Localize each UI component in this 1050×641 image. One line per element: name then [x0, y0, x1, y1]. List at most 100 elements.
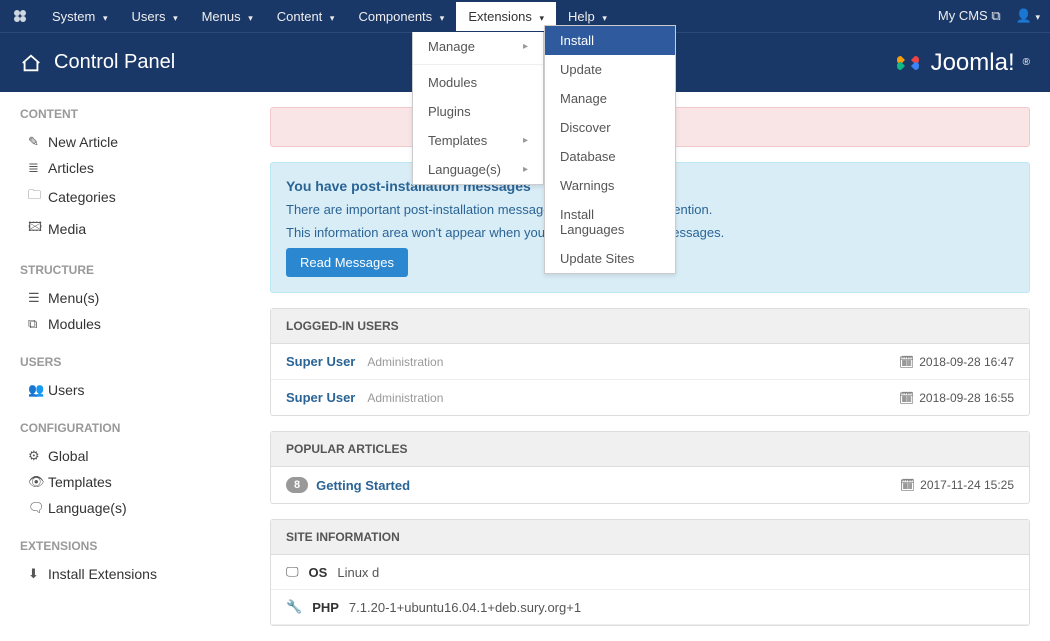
sidebar-section-content: CONTENT	[20, 107, 250, 121]
sidebar-media[interactable]: 🖾Media	[20, 213, 250, 245]
top-menu: System ▾Users ▾Menus ▾Content ▾Component…	[40, 2, 938, 31]
site-name-link[interactable]: My CMS ⧉	[938, 8, 1001, 24]
sidebar-global[interactable]: ⚙Global	[20, 443, 250, 469]
joomla-brand-text: Joomla!	[931, 49, 1015, 77]
article-date: 🗓2017-11-24 15:25	[900, 478, 1014, 492]
calendar-icon: 🗓	[899, 355, 914, 369]
sidebar-languages[interactable]: 🗨Language(s)	[20, 495, 250, 521]
ext-sub-installlanguages[interactable]: Install Languages	[545, 200, 675, 244]
ext-sub-database[interactable]: Database	[545, 142, 675, 171]
caret-down-icon: ▾	[248, 13, 253, 23]
logged-in-row: Super User Administration 🗓2018-09-28 16:4…	[271, 344, 1029, 380]
ext-sub-updatesites[interactable]: Update Sites	[545, 244, 675, 273]
cube-icon: ⧉	[28, 316, 48, 332]
download-icon: ⬇	[28, 566, 48, 582]
ext-sub-install[interactable]: Install	[545, 26, 675, 55]
panel-heading: POPULAR ARTICLES	[271, 432, 1029, 467]
read-messages-button[interactable]: Read Messages	[286, 248, 408, 277]
topmenu-system[interactable]: System ▾	[40, 2, 120, 31]
ext-menu-plugins[interactable]: Plugins	[413, 97, 543, 126]
chevron-right-icon: ▸	[523, 164, 528, 175]
ext-sub-warnings[interactable]: Warnings	[545, 171, 675, 200]
top-menu-right: My CMS ⧉ 👤 ▾	[938, 8, 1040, 24]
logged-in-users-panel: LOGGED-IN USERS Super User Administration…	[270, 308, 1030, 416]
tool-icon: 🔧	[286, 599, 302, 615]
monitor-icon: 🖵	[286, 564, 299, 580]
site-info-panel: SITE INFORMATION 🖵 OS Linux d 🔧 PHP 7.1.20-1+…	[270, 519, 1030, 626]
caret-down-icon: ▾	[330, 13, 335, 23]
topmenu-extensions[interactable]: Extensions ▾	[456, 2, 556, 31]
pencil-icon: ✎	[28, 134, 48, 150]
caret-down-icon: ▾	[440, 13, 445, 23]
sidebar-templates[interactable]: 👁Templates	[20, 469, 250, 495]
topmenu-components[interactable]: Components ▾	[346, 2, 456, 31]
user-role: Administration	[367, 355, 443, 369]
ext-menu-manage[interactable]: Manage▸	[413, 32, 543, 61]
caret-down-icon: ▾	[173, 13, 178, 23]
registered-mark: ®	[1023, 57, 1030, 68]
ext-menu-templates[interactable]: Templates▸	[413, 126, 543, 155]
calendar-icon: 🗓	[900, 478, 915, 492]
panel-heading: SITE INFORMATION	[271, 520, 1029, 555]
ext-sub-manage[interactable]: Manage	[545, 84, 675, 113]
site-info-row: 🔧 PHP 7.1.20-1+ubuntu16.04.1+deb.sury.org+…	[271, 590, 1029, 625]
si-value: Linux d	[337, 565, 379, 580]
hit-count-badge: 8	[286, 477, 308, 493]
sidebar-newarticle[interactable]: ✎New Article	[20, 129, 250, 155]
folder-icon: 🗀	[28, 186, 48, 208]
calendar-icon: 🗓	[899, 391, 914, 405]
topmenu-content[interactable]: Content ▾	[265, 2, 347, 31]
chevron-right-icon: ▸	[523, 41, 528, 52]
si-value: 7.1.20-1+ubuntu16.04.1+deb.sury.org+1	[349, 600, 581, 615]
sidebar-section-users: USERS	[20, 355, 250, 369]
external-link-icon: ⧉	[991, 8, 1000, 23]
extensions-manage-submenu: InstallUpdateManageDiscoverDatabaseWarni…	[544, 25, 676, 274]
eye-icon: 👁	[28, 474, 48, 490]
popular-row: 8 Getting Started 🗓2017-11-24 15:25	[271, 467, 1029, 503]
ext-sub-discover[interactable]: Discover	[545, 113, 675, 142]
user-role: Administration	[367, 391, 443, 405]
top-menu-bar: System ▾Users ▾Menus ▾Content ▾Component…	[0, 0, 1050, 32]
caret-down-icon: ▾	[540, 13, 545, 23]
comments-icon: 🗨	[28, 500, 48, 516]
chevron-right-icon: ▸	[523, 135, 528, 146]
sidebar: CONTENT✎New Article≣Articles🗀Categories🖾…	[20, 107, 250, 626]
logged-in-row: Super User Administration 🗓2018-09-28 16:5…	[271, 380, 1029, 415]
joomla-mini-icon	[10, 6, 30, 26]
article-link[interactable]: Getting Started	[316, 478, 410, 493]
image-icon: 🖾	[28, 218, 48, 240]
user-link[interactable]: Super User	[286, 390, 355, 405]
login-date: 🗓2018-09-28 16:47	[899, 355, 1014, 369]
si-label: OS	[309, 565, 328, 580]
ext-sub-update[interactable]: Update	[545, 55, 675, 84]
site-info-row: 🖵 OS Linux d	[271, 555, 1029, 590]
extensions-dropdown: Manage▸ ModulesPluginsTemplates▸Language(…	[412, 32, 544, 185]
login-date: 🗓2018-09-28 16:55	[899, 391, 1014, 405]
sidebar-users[interactable]: 👥Users	[20, 377, 250, 403]
home-icon	[20, 52, 42, 74]
si-label: PHP	[312, 600, 339, 615]
stack-icon: ≣	[28, 160, 48, 176]
user-menu[interactable]: 👤 ▾	[1016, 8, 1040, 24]
cog-icon: ⚙	[28, 448, 48, 464]
sidebar-categories[interactable]: 🗀Categories	[20, 181, 250, 213]
sidebar-installextensions[interactable]: ⬇Install Extensions	[20, 561, 250, 587]
caret-down-icon: ▾	[103, 13, 108, 23]
sidebar-section-configuration: CONFIGURATION	[20, 421, 250, 435]
topmenu-users[interactable]: Users ▾	[120, 2, 190, 31]
sidebar-section-structure: STRUCTURE	[20, 263, 250, 277]
sidebar-section-extensions: EXTENSIONS	[20, 539, 250, 553]
caret-down-icon: ▾	[602, 13, 607, 23]
sidebar-articles[interactable]: ≣Articles	[20, 155, 250, 181]
list-icon: ☰	[28, 290, 48, 306]
sidebar-modules[interactable]: ⧉Modules	[20, 311, 250, 337]
users-icon: 👥	[28, 382, 48, 398]
ext-menu-modules[interactable]: Modules	[413, 68, 543, 97]
ext-menu-languages[interactable]: Language(s)▸	[413, 155, 543, 184]
sidebar-menus[interactable]: ☰Menu(s)	[20, 285, 250, 311]
panel-heading: LOGGED-IN USERS	[271, 309, 1029, 344]
joomla-logo-icon	[893, 48, 923, 78]
topmenu-menus[interactable]: Menus ▾	[190, 2, 265, 31]
user-link[interactable]: Super User	[286, 354, 355, 369]
popular-articles-panel: POPULAR ARTICLES 8 Getting Started 🗓2017-1…	[270, 431, 1030, 504]
